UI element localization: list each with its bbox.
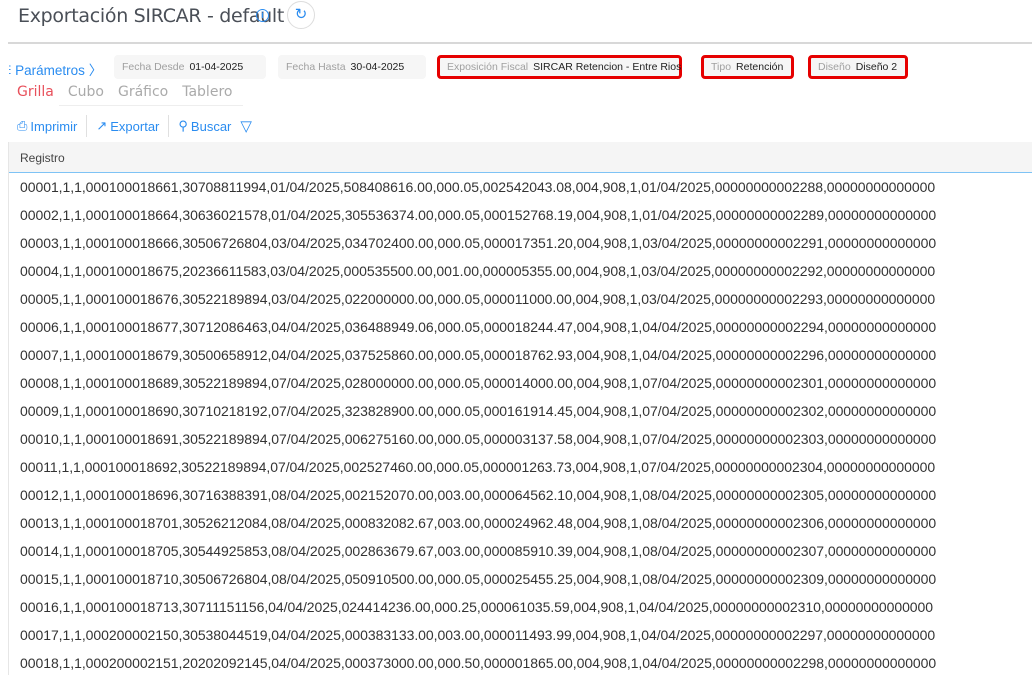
view-tabs: Grilla Cubo Gráfico Tablero <box>17 84 246 100</box>
search-icon: ⚲ <box>178 118 188 133</box>
printer-icon: ⎙ <box>17 118 28 133</box>
field-label: Fecha Hasta <box>286 61 346 73</box>
table-row[interactable]: 00007,1,1,000100018679,30500658912,04/04… <box>9 341 1032 369</box>
chevron-right-icon: 〉 <box>88 63 103 78</box>
table-row[interactable]: 00018,1,1,000200002151,20202092145,04/04… <box>9 649 1032 677</box>
table-row[interactable]: 00016,1,1,000100018713,30711151156,04/04… <box>9 593 1032 621</box>
tab-tablero[interactable]: Tablero <box>182 84 232 100</box>
field-label: Diseño <box>818 61 851 73</box>
exposicion-fiscal-field[interactable]: Exposición Fiscal SIRCAR Retencion - Entr… <box>437 55 682 79</box>
table-row[interactable]: 00008,1,1,000100018689,30522189894,07/04… <box>9 369 1032 397</box>
tab-underline <box>59 105 243 106</box>
column-header-registro[interactable]: Registro <box>9 142 1032 173</box>
table-row[interactable]: 00001,1,1,000100018661,30708811994,01/04… <box>9 173 1032 201</box>
table-row[interactable]: 00017,1,1,000200002150,30538044519,04/04… <box>9 621 1032 649</box>
field-label: Tipo <box>711 61 732 73</box>
field-label: Fecha Desde <box>122 61 185 73</box>
table-row[interactable]: 00011,1,1,000100018692,30522189894,07/04… <box>9 453 1032 481</box>
field-value: Diseño 2 <box>855 61 898 73</box>
tab-cubo[interactable]: Cubo <box>68 84 104 100</box>
field-value: 30-04-2025 <box>350 61 405 73</box>
table-row[interactable]: 00005,1,1,000100018676,30522189894,03/04… <box>9 285 1032 313</box>
external-link-icon: ↗ <box>96 118 108 133</box>
filter-icon[interactable]: ▽ <box>240 117 252 135</box>
search-button[interactable]: ⚲ Buscar <box>169 115 240 137</box>
field-value: Retención <box>736 61 784 73</box>
page-title: Exportación SIRCAR - default <box>18 5 285 27</box>
table-row[interactable]: 00006,1,1,000100018677,30712086463,04/04… <box>9 313 1032 341</box>
tipo-field[interactable]: Tipo Retención <box>701 55 794 79</box>
table-row[interactable]: 00004,1,1,000100018675,20236611583,03/04… <box>9 257 1032 285</box>
fecha-desde-field[interactable]: Fecha Desde 01-04-2025 <box>114 55 266 79</box>
toolbar: ⎙ Imprimir ↗ Exportar ⚲ Buscar ▽ <box>17 115 252 137</box>
export-button[interactable]: ↗ Exportar <box>87 115 170 137</box>
export-label: Exportar <box>110 118 160 134</box>
field-value: SIRCAR Retencion - Entre Rios <box>533 61 682 73</box>
table-row[interactable]: 00002,1,1,000100018664,30636021578,01/04… <box>9 201 1032 229</box>
table-row[interactable]: 00009,1,1,000100018690,30710218192,07/04… <box>9 397 1032 425</box>
parameters-label: Parámetros <box>15 63 85 78</box>
print-button[interactable]: ⎙ Imprimir <box>17 115 88 137</box>
data-grid: Registro 00001,1,1,000100018661,30708811… <box>8 142 1032 675</box>
search-label: Buscar <box>190 118 232 134</box>
table-row[interactable]: 00014,1,1,000100018705,30544925853,08/04… <box>9 537 1032 565</box>
table-row[interactable]: 00013,1,1,000100018701,30526212084,08/04… <box>9 509 1032 537</box>
diseno-field[interactable]: Diseño Diseño 2 <box>808 55 908 79</box>
tab-grafico[interactable]: Gráfico <box>118 84 168 100</box>
fecha-hasta-field[interactable]: Fecha Hasta 30-04-2025 <box>278 55 426 79</box>
divider <box>8 42 1032 44</box>
parameters-toggle[interactable]: ⫶ Parámetros 〉 <box>8 59 102 79</box>
refresh-button[interactable]: ↻ <box>287 1 315 29</box>
field-value: 01-04-2025 <box>189 61 244 73</box>
field-label: Exposición Fiscal <box>447 61 529 73</box>
table-row[interactable]: 00010,1,1,000100018691,30522189894,07/04… <box>9 425 1032 453</box>
tab-grilla[interactable]: Grilla <box>17 84 54 100</box>
table-row[interactable]: 00015,1,1,000100018710,30506726804,08/04… <box>9 565 1032 593</box>
print-label: Imprimir <box>30 118 78 134</box>
table-row[interactable]: 00012,1,1,000100018696,30716388391,08/04… <box>9 481 1032 509</box>
info-icon[interactable]: i <box>256 9 269 22</box>
table-row[interactable]: 00003,1,1,000100018666,30506726804,03/04… <box>9 229 1032 257</box>
